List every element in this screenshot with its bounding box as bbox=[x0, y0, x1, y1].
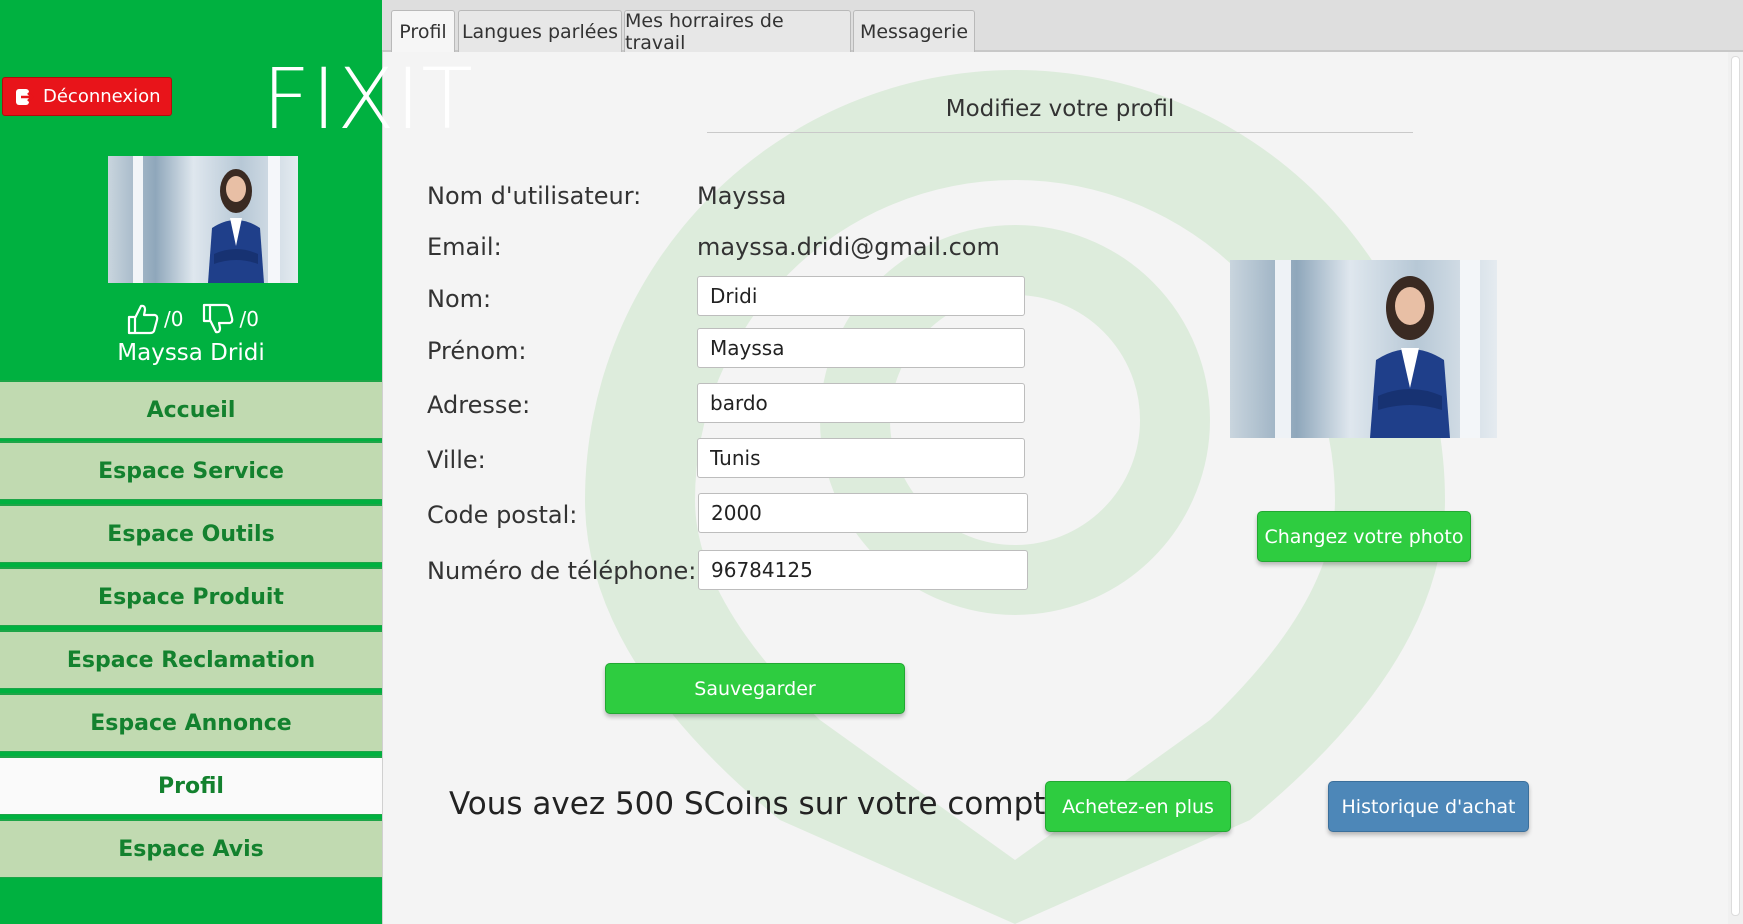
thumbs-down-icon[interactable] bbox=[201, 302, 235, 336]
sidebar-item-espace-annonce[interactable]: Espace Annonce bbox=[0, 693, 382, 752]
email-value: mayssa.dridi@gmail.com bbox=[697, 233, 1000, 261]
rating-summary: /0 /0 bbox=[126, 302, 277, 336]
sidebar-item-accueil[interactable]: Accueil bbox=[0, 380, 382, 439]
change-photo-button[interactable]: Changez votre photo bbox=[1257, 511, 1471, 562]
profile-photo bbox=[1230, 260, 1497, 438]
likes-count: /0 bbox=[164, 307, 184, 331]
telephone-field[interactable] bbox=[698, 550, 1028, 590]
scrollbar[interactable] bbox=[1728, 52, 1743, 924]
code-postal-field[interactable] bbox=[698, 493, 1028, 533]
prenom-field[interactable] bbox=[697, 328, 1025, 368]
nom-field[interactable] bbox=[697, 276, 1025, 316]
telephone-label: Numéro de téléphone: bbox=[427, 557, 697, 585]
sidebar-avatar bbox=[108, 156, 298, 283]
sidebar-item-profil[interactable]: Profil bbox=[0, 756, 382, 815]
code-postal-label: Code postal: bbox=[427, 501, 578, 529]
sidebar: Déconnexion FIXIT /0 /0 Mayssa Dridi Acc… bbox=[0, 0, 473, 924]
buy-more-button[interactable]: Achetez-en plus bbox=[1045, 781, 1231, 832]
sidebar-item-espace-outils[interactable]: Espace Outils bbox=[0, 504, 382, 563]
prenom-label: Prénom: bbox=[427, 337, 527, 365]
username-label: Nom d'utilisateur: bbox=[427, 182, 642, 210]
adresse-label: Adresse: bbox=[427, 391, 531, 419]
purchase-history-button[interactable]: Historique d'achat bbox=[1328, 781, 1529, 832]
app-logo: FIXIT bbox=[262, 50, 474, 148]
sidebar-item-espace-avis[interactable]: Espace Avis bbox=[0, 819, 382, 878]
user-name: Mayssa Dridi bbox=[117, 340, 265, 366]
username-value: Mayssa bbox=[697, 182, 787, 210]
form-title: Modifiez votre profil bbox=[707, 96, 1413, 133]
ville-label: Ville: bbox=[427, 446, 486, 474]
sidebar-item-espace-produit[interactable]: Espace Produit bbox=[0, 567, 382, 626]
email-label: Email: bbox=[427, 233, 502, 261]
dislikes-count: /0 bbox=[239, 307, 259, 331]
adresse-field[interactable] bbox=[697, 383, 1025, 423]
tab-profil[interactable]: Profil bbox=[391, 10, 455, 52]
logout-label: Déconnexion bbox=[43, 86, 161, 107]
ville-field[interactable] bbox=[697, 438, 1025, 478]
sidebar-item-espace-service[interactable]: Espace Service bbox=[0, 441, 382, 500]
nom-label: Nom: bbox=[427, 285, 492, 313]
logout-icon bbox=[16, 88, 34, 105]
save-button[interactable]: Sauvegarder bbox=[605, 663, 905, 714]
scrollbar-thumb[interactable] bbox=[1731, 56, 1740, 916]
thumbs-up-icon[interactable] bbox=[126, 302, 160, 336]
logout-button[interactable]: Déconnexion bbox=[2, 77, 172, 116]
coins-balance: Vous avez 500 SCoins sur votre compte bbox=[449, 786, 1065, 822]
sidebar-item-espace-reclamation[interactable]: Espace Reclamation bbox=[0, 630, 382, 689]
